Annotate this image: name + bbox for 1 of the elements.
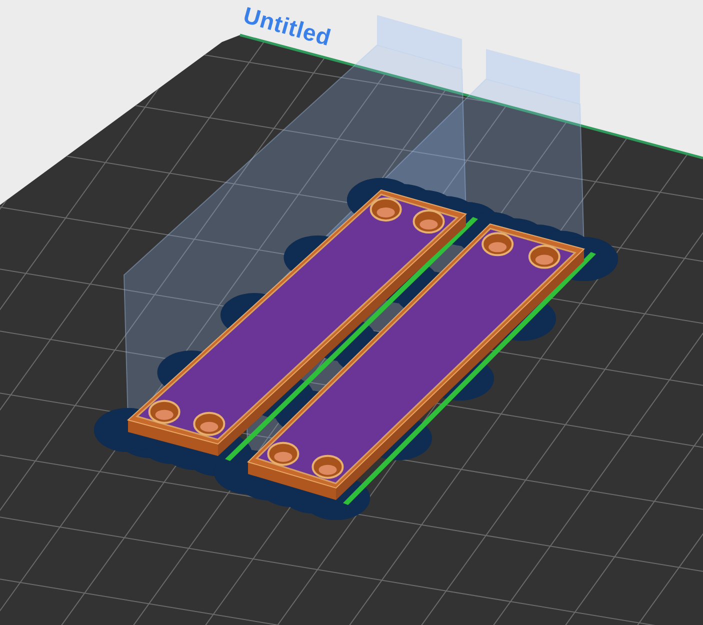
plate-name[interactable]: Untitled bbox=[240, 2, 334, 51]
